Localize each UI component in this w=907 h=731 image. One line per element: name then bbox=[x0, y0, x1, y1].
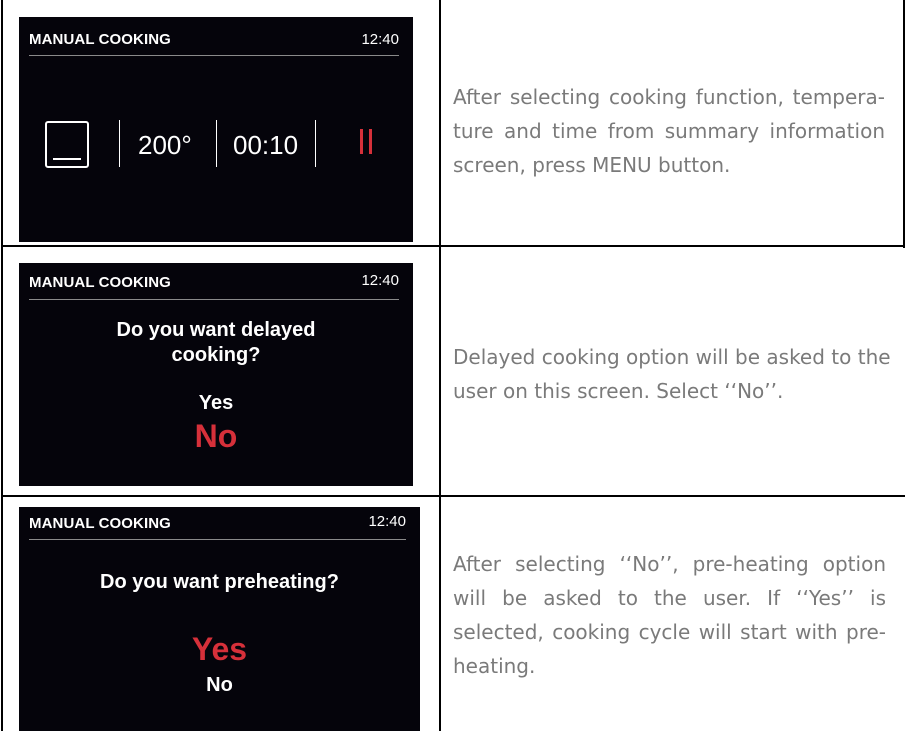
table-border-right bbox=[903, 0, 905, 248]
table-row-divider bbox=[1, 245, 905, 247]
display-clock: 12:40 bbox=[361, 272, 399, 289]
option-yes-selected[interactable]: Yes bbox=[19, 631, 420, 668]
header-rule bbox=[29, 299, 399, 300]
header-rule bbox=[29, 55, 399, 56]
header-rule bbox=[29, 539, 406, 540]
divider bbox=[216, 120, 217, 167]
table-border-left bbox=[1, 0, 3, 731]
display-header: MANUAL COOKING 12:40 bbox=[19, 263, 413, 300]
display-title: MANUAL COOKING bbox=[29, 274, 171, 291]
oven-display-summary: MANUAL COOKING 12:40 200° 00:10 bbox=[19, 17, 413, 242]
divider bbox=[119, 120, 120, 167]
oven-display-delayed-cooking: MANUAL COOKING 12:40 Do you want delayed… bbox=[19, 263, 413, 486]
oven-display-preheating: MANUAL COOKING 12:40 Do you want preheat… bbox=[19, 507, 420, 731]
question-text: Do you want delayed cooking? bbox=[19, 318, 413, 368]
divider bbox=[315, 120, 316, 167]
display-clock: 12:40 bbox=[368, 513, 406, 530]
pause-icon bbox=[360, 129, 374, 154]
oven-icon bbox=[45, 121, 89, 168]
question-line: Do you want delayed bbox=[116, 319, 316, 341]
temperature-value: 200° bbox=[138, 130, 192, 160]
step-description: After selecting ‘‘No’’, pre-heating opti… bbox=[453, 552, 886, 678]
table-column-divider bbox=[439, 0, 441, 731]
display-header: MANUAL COOKING 12:40 bbox=[19, 507, 420, 543]
option-no-selected[interactable]: No bbox=[19, 418, 413, 455]
option-no[interactable]: No bbox=[19, 674, 420, 697]
step-description: Delayed cooking option will be asked to … bbox=[453, 345, 891, 403]
display-title: MANUAL COOKING bbox=[29, 31, 171, 48]
question-text: Do you want preheating? bbox=[100, 571, 339, 593]
question-line: cooking? bbox=[171, 344, 261, 366]
duration-value: 00:10 bbox=[233, 130, 299, 160]
option-yes[interactable]: Yes bbox=[19, 392, 413, 415]
display-header: MANUAL COOKING 12:40 bbox=[19, 17, 413, 56]
table-row-divider bbox=[1, 495, 905, 497]
display-clock: 12:40 bbox=[361, 31, 399, 48]
display-title: MANUAL COOKING bbox=[29, 515, 171, 532]
instruction-table: MANUAL COOKING 12:40 200° 00:10 After se… bbox=[0, 0, 907, 731]
step-description: After selecting cooking function, temper… bbox=[453, 85, 885, 177]
